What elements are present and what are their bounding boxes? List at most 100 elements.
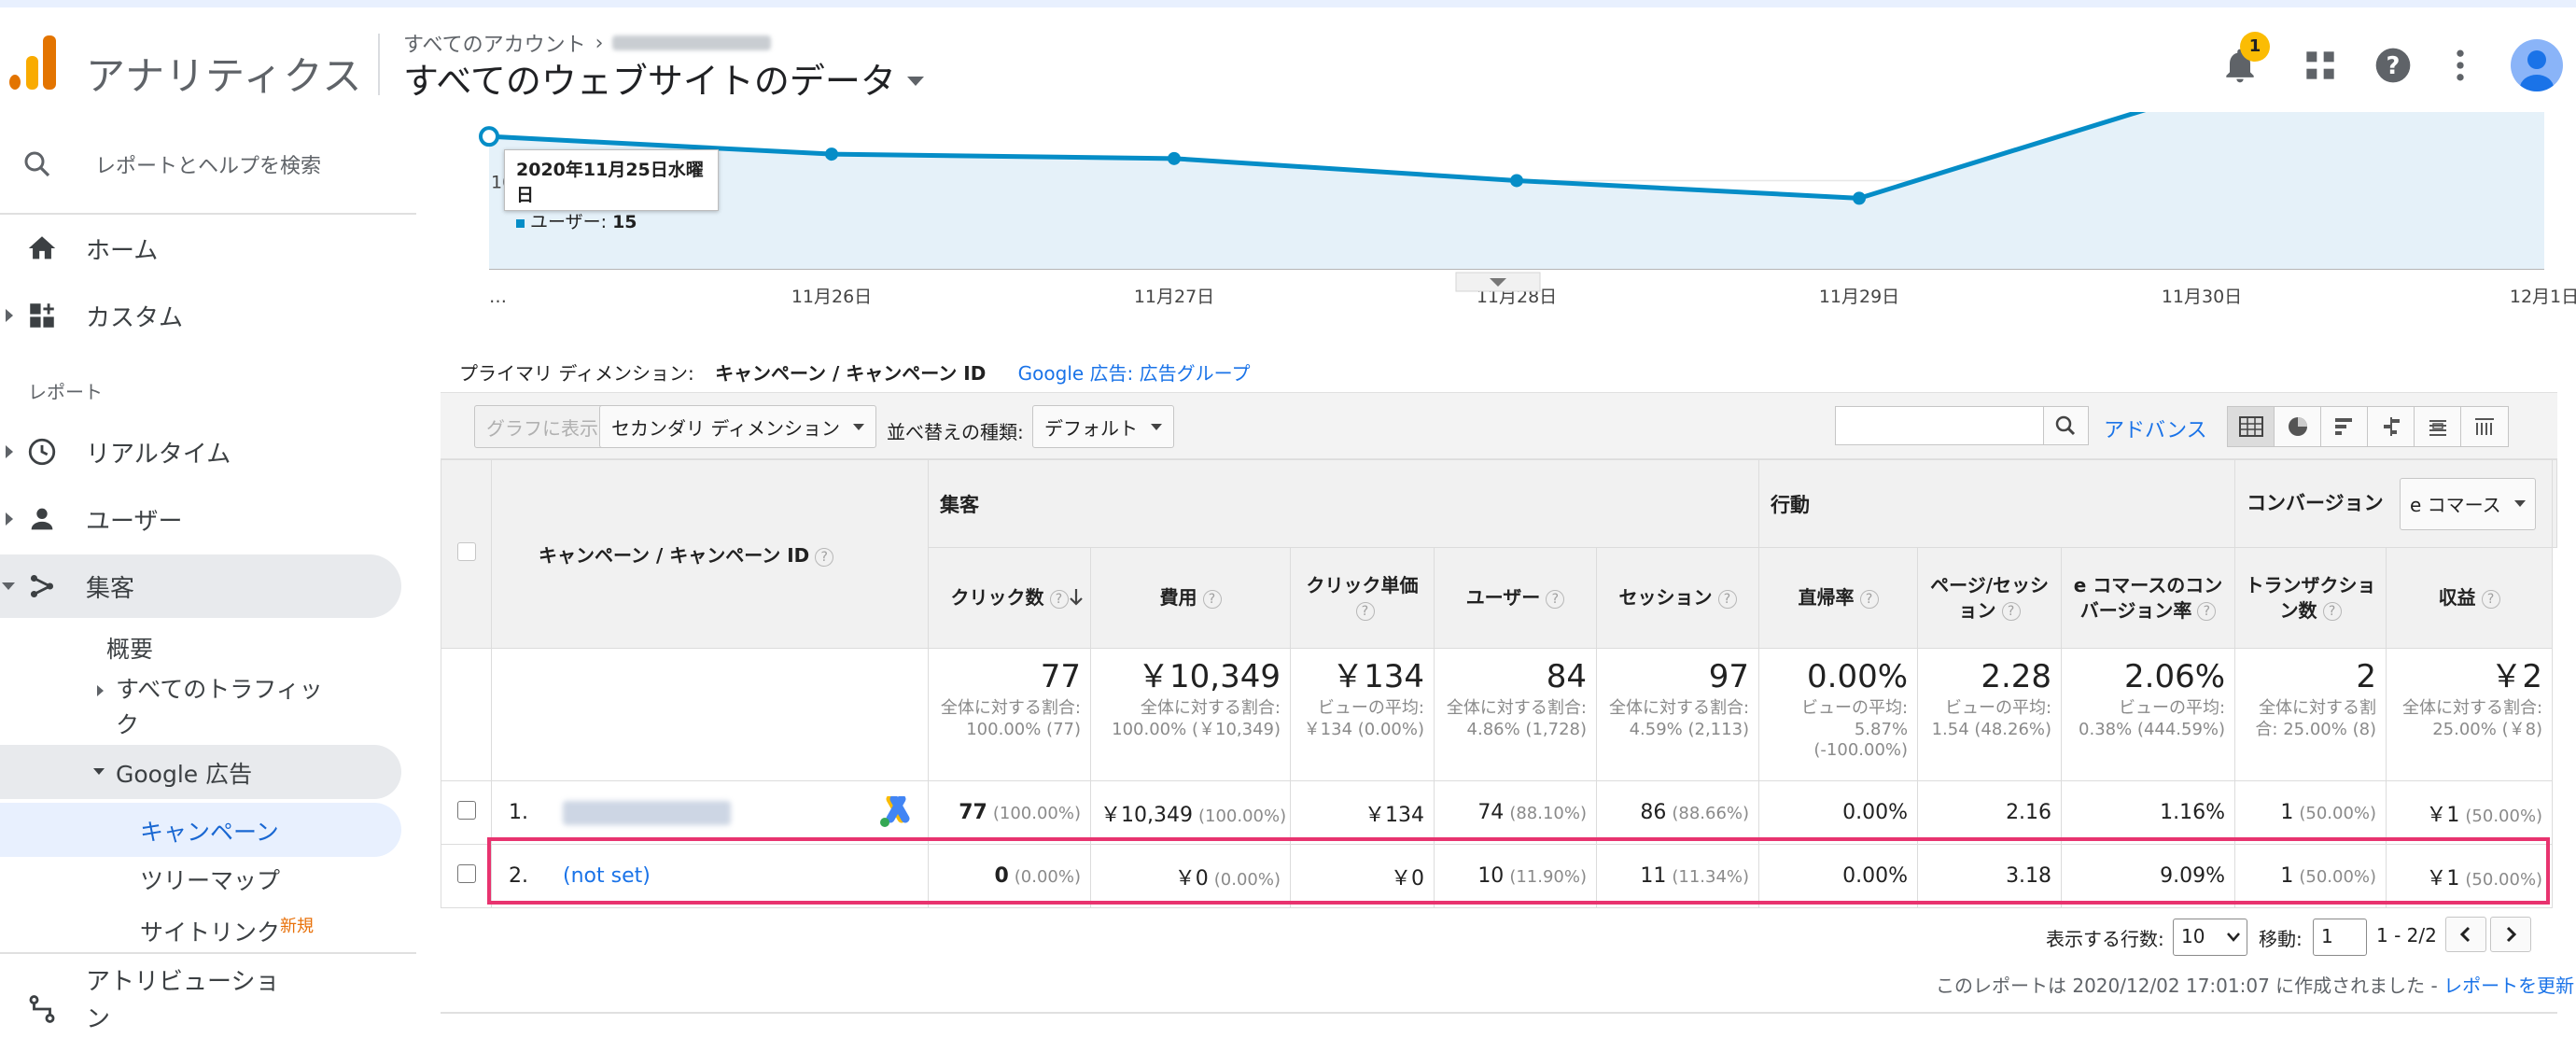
metric-value: ￥10,349 <box>1100 803 1193 827</box>
totals-cell: ￥10,349 全体に対する割合: 100.00% (￥10,349) <box>1090 648 1291 781</box>
analytics-logo-icon[interactable] <box>9 35 58 90</box>
help-icon[interactable]: ? <box>1717 589 1737 609</box>
account-avatar[interactable] <box>2511 39 2563 91</box>
sidebar-item-treemaps[interactable]: ツリーマップ <box>140 863 280 896</box>
column-header[interactable]: セッション? <box>1595 547 1760 649</box>
table-search-input[interactable] <box>1835 406 2089 445</box>
dimension-column-header[interactable]: キャンペーン / キャンペーン ID? <box>491 459 929 649</box>
sidebar-search[interactable]: レポートとヘルプを検索 <box>0 133 416 196</box>
home-icon <box>28 236 56 260</box>
rows-per-page-select[interactable]: 10 <box>2173 919 2247 956</box>
pie-view-icon[interactable] <box>2275 407 2321 446</box>
sidebar-item-acquisition[interactable]: 集客 <box>0 554 401 618</box>
x-tick-label: 11月30日 <box>2162 287 2242 307</box>
view-selector[interactable]: すべてのウェブサイトのデータ <box>403 52 924 104</box>
sidebar-item-label: ユーザー <box>86 507 183 536</box>
column-header[interactable]: トランザクション数? <box>2234 547 2387 649</box>
goto-page-input[interactable]: 1 <box>2313 919 2367 956</box>
table-view-icon[interactable] <box>2228 407 2275 446</box>
column-header[interactable]: ページ/セッション? <box>1917 547 2063 649</box>
more-vert-icon[interactable] <box>2440 45 2481 86</box>
secondary-dimension-select[interactable]: セカンダリ ディメンション <box>599 405 876 448</box>
sidebar-item-sitelinks[interactable]: サイトリンク新規 <box>140 913 314 947</box>
help-icon[interactable]: ? <box>1049 589 1069 609</box>
campaign-name-link[interactable]: (not set) <box>563 864 651 888</box>
plot-rows-button[interactable]: グラフに表示 <box>474 405 610 448</box>
column-header-label: 直帰率 <box>1798 586 1855 609</box>
dimension-link-ad-groups[interactable]: Google 広告: 広告グループ <box>1018 362 1251 385</box>
sidebar-item-google-ads[interactable]: Google 広告 <box>0 745 401 799</box>
metric-cell: 3.18 <box>1917 844 2063 908</box>
help-icon[interactable]: ? <box>1355 602 1375 621</box>
metric-value: 2.16 <box>2006 801 2052 824</box>
help-icon[interactable]: ? <box>1859 589 1879 609</box>
previous-page-button[interactable] <box>2445 917 2486 952</box>
column-header[interactable]: クリック数? <box>928 547 1091 649</box>
chart-tooltip: 2020年11月25日水曜日 ユーザー: 15 <box>504 149 719 232</box>
metric-cell: 11 (11.34%) <box>1595 844 1760 908</box>
metric-percent: (50.00%) <box>2465 869 2543 890</box>
table-row[interactable]: 2. (not set) 0 (0.00%) ￥0 (0.00%) ￥0 10 (11.90… <box>441 844 2557 908</box>
comparison-view-icon[interactable] <box>2368 407 2415 446</box>
column-header[interactable]: クリック単価? <box>1290 547 1435 649</box>
data-point <box>1510 174 1523 188</box>
metric-value: ￥1 <box>2426 866 2460 891</box>
refresh-report-link[interactable]: レポートを更新 <box>2443 975 2574 997</box>
table-row[interactable]: 1. 77 (100.00%) ￥10,349 (100.00%) ￥134 74 (88.… <box>441 780 2557 845</box>
conversion-type-select[interactable]: e コマース <box>2399 477 2536 530</box>
sidebar-item-attribution[interactable]: アトリビューション <box>0 956 401 1033</box>
help-icon[interactable]: ? <box>2373 45 2414 86</box>
sidebar-item-users[interactable]: ユーザー <box>0 487 401 551</box>
row-checkbox[interactable] <box>456 863 476 883</box>
sidebar-item-campaigns[interactable]: キャンペーン <box>0 803 401 857</box>
help-icon[interactable]: ? <box>815 547 834 567</box>
help-icon[interactable]: ? <box>2197 602 2217 621</box>
metric-cell: ￥10,349 (100.00%) <box>1090 780 1291 845</box>
sidebar-item-overview[interactable]: 概要 <box>106 631 153 665</box>
help-icon[interactable]: ? <box>2322 602 2342 621</box>
metric-cell: 1 (50.00%) <box>2234 844 2387 908</box>
sidebar-item-home[interactable]: ホーム <box>0 217 401 280</box>
metric-cell: ￥0 <box>1290 844 1435 908</box>
caret-down-icon <box>1151 423 1162 430</box>
help-icon[interactable]: ? <box>2481 589 2500 609</box>
total-subtext: 全体に対する割合: 4.86% (1,728) <box>1446 698 1587 739</box>
sort-type-select[interactable]: デフォルト <box>1032 405 1174 448</box>
expand-arrow-icon <box>6 445 13 458</box>
redacted-campaign-name[interactable] <box>563 800 731 825</box>
sort-descending-arrow-icon <box>1070 589 1083 606</box>
help-icon[interactable]: ? <box>1202 589 1222 609</box>
sidebar-item-realtime[interactable]: リアルタイム <box>0 420 401 484</box>
column-header[interactable]: e コマースのコンバージョン率? <box>2061 547 2236 649</box>
row-checkbox[interactable] <box>456 800 476 820</box>
column-header[interactable]: 費用? <box>1090 547 1291 649</box>
advanced-filter-link[interactable]: アドバンス <box>2104 414 2207 443</box>
select-all-checkbox[interactable] <box>456 541 476 561</box>
apps-grid-icon[interactable] <box>2300 45 2341 86</box>
help-icon[interactable]: ? <box>2001 602 2021 621</box>
row-dimension-cell: 1. <box>491 780 929 845</box>
total-subtext: ビューの平均: 5.87% (-100.00%) <box>1800 698 1909 761</box>
pivot-view-icon[interactable] <box>2461 407 2508 446</box>
metric-value: 1 <box>2280 864 2294 888</box>
column-header[interactable]: 直帰率? <box>1758 547 1919 649</box>
sidebar-item-custom[interactable]: カスタム <box>0 284 401 347</box>
column-header-label: クリック単価 <box>1306 573 1419 596</box>
column-header[interactable]: ユーザー? <box>1434 547 1597 649</box>
total-value: 2.06% <box>2124 658 2226 695</box>
total-value: ￥2 <box>2490 658 2543 695</box>
help-icon[interactable]: ? <box>1546 589 1565 609</box>
table-search-button[interactable] <box>2043 407 2088 444</box>
chevron-right-icon: › <box>595 31 604 55</box>
total-value: 77 <box>1040 658 1081 695</box>
total-subtext: 全体に対する割合: 25.00% (8) <box>2255 698 2377 739</box>
sidebar-item-all-traffic[interactable]: すべてのトラフィック <box>97 672 330 743</box>
sidebar-item-label: Google 広告 <box>116 761 253 788</box>
performance-view-icon[interactable] <box>2321 407 2368 446</box>
caret-down-icon <box>906 76 924 86</box>
column-header[interactable]: 収益? <box>2386 547 2554 649</box>
term-cloud-view-icon[interactable] <box>2415 407 2461 446</box>
metric-value: 11 <box>1640 864 1667 888</box>
next-page-button[interactable] <box>2490 917 2531 952</box>
row-checkbox-cell <box>441 780 492 845</box>
